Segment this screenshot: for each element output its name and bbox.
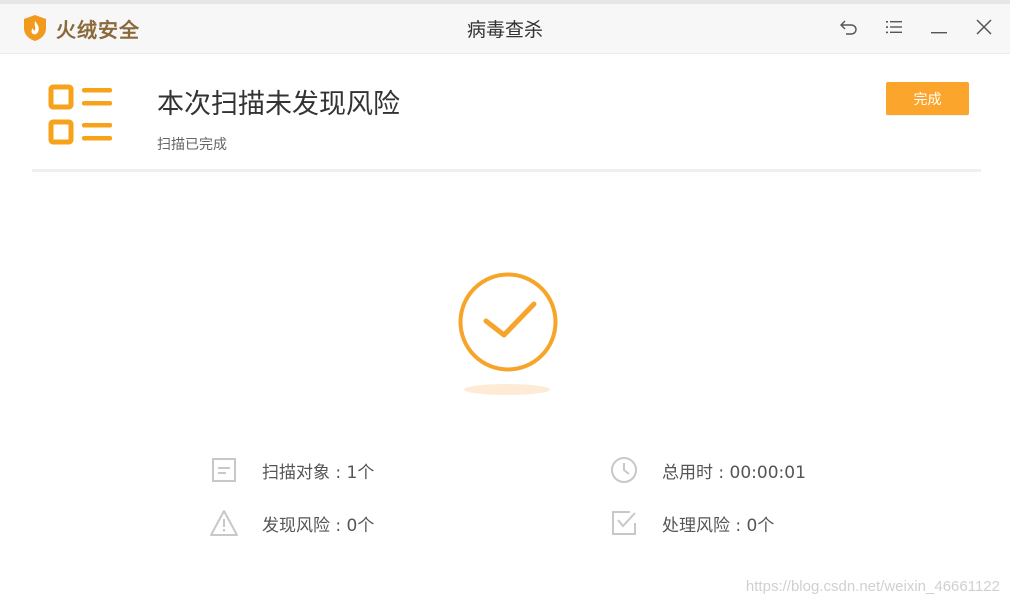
total-time-text: 总用时 : 00:00:01	[662, 462, 806, 483]
stat-risks-found: 发现风险 : 0个	[209, 508, 374, 538]
scan-result-header: 本次扫描未发现风险 扫描已完成 完成	[32, 54, 981, 172]
title-strip	[0, 0, 1010, 4]
check-shadow	[464, 384, 550, 395]
minimize-icon	[931, 32, 947, 34]
header-divider	[32, 169, 981, 172]
close-icon	[976, 19, 992, 35]
watermark-url: https://blog.csdn.net/weixin_46661122	[745, 578, 1000, 595]
scan-objects-text: 扫描对象 : 1个	[262, 462, 375, 483]
report-list-icon	[48, 84, 114, 152]
done-button[interactable]: 完成	[886, 82, 969, 115]
checkbox-checked-icon	[609, 508, 639, 538]
stat-risks-handled: 处理风险 : 0个	[609, 508, 774, 538]
minimize-button[interactable]	[928, 16, 950, 38]
back-icon	[840, 20, 857, 35]
back-button[interactable]	[838, 16, 860, 38]
result-headline: 本次扫描未发现风险	[157, 89, 400, 120]
risks-found-text: 发现风险 : 0个	[262, 515, 375, 536]
menu-button[interactable]	[883, 16, 905, 38]
stat-scan-objects: 扫描对象 : 1个	[209, 455, 374, 485]
document-icon	[209, 455, 239, 485]
menu-icon	[886, 21, 902, 34]
close-button[interactable]	[973, 16, 995, 38]
success-check-icon	[454, 268, 562, 380]
risks-handled-text: 处理风险 : 0个	[662, 515, 775, 536]
stat-total-time: 总用时 : 00:00:01	[609, 455, 806, 485]
result-status: 扫描已完成	[157, 137, 227, 153]
warning-icon	[209, 508, 239, 538]
clock-icon	[609, 455, 639, 485]
title-bar: 火绒安全 病毒查杀	[0, 0, 1010, 54]
